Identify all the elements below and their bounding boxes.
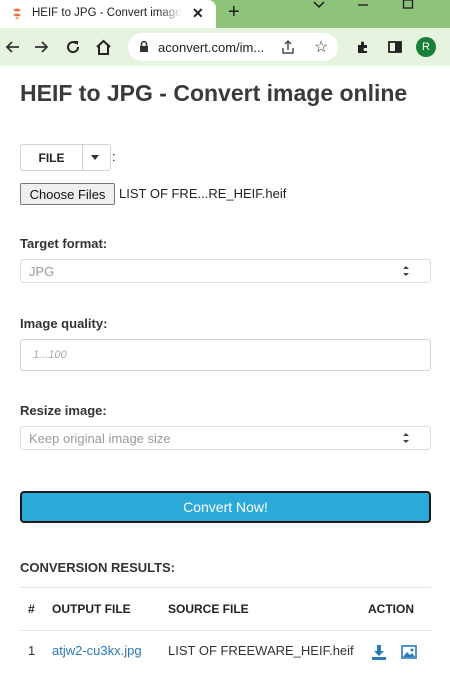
output-file-link[interactable]: atjw2-cu3kx.jpg xyxy=(52,643,142,658)
select-arrows-icon xyxy=(403,266,409,276)
chevron-down-icon[interactable] xyxy=(91,155,99,160)
close-icon[interactable]: ✕ xyxy=(192,5,204,22)
image-quality-input[interactable]: 1...100 xyxy=(20,339,431,371)
tab-strip: HEIF to JPG - Convert image online ✕ + xyxy=(0,0,450,28)
source-type-dropdown[interactable]: FILE xyxy=(20,144,111,171)
target-format-select[interactable]: JPG xyxy=(20,259,431,283)
chevron-down-icon[interactable] xyxy=(312,0,326,10)
profile-avatar[interactable]: R xyxy=(416,37,436,57)
column-action: ACTION xyxy=(368,602,414,616)
row-index: 1 xyxy=(28,643,36,658)
browser-tab[interactable]: HEIF to JPG - Convert image online ✕ xyxy=(0,0,216,28)
home-icon[interactable] xyxy=(92,36,114,58)
resize-image-label: Resize image: xyxy=(20,403,107,418)
column-output-file: OUTPUT FILE xyxy=(52,602,131,616)
conversion-results-title: CONVERSION RESULTS: xyxy=(20,560,176,575)
source-file-name: LIST OF FREEWARE_HEIF.heif xyxy=(168,643,354,658)
url-text[interactable]: aconvert.com/im... xyxy=(158,40,264,55)
table-row: 1 atjw2-cu3kx.jpg LIST OF FREEWARE_HEIF.… xyxy=(20,631,431,673)
minimize-icon[interactable] xyxy=(357,0,369,10)
resize-image-value: Keep original image size xyxy=(29,431,171,446)
browser-toolbar: aconvert.com/im... ☆ R xyxy=(0,28,450,66)
sidepanel-icon[interactable] xyxy=(384,36,406,58)
forward-icon[interactable] xyxy=(30,36,52,58)
target-format-label: Target format: xyxy=(20,236,108,251)
target-format-value: JPG xyxy=(29,264,55,279)
address-bar[interactable]: aconvert.com/im... ☆ xyxy=(128,33,338,61)
convert-now-button[interactable]: Convert Now! xyxy=(20,491,431,523)
image-quality-placeholder: 1...100 xyxy=(33,349,67,361)
page-title: HEIF to JPG - Convert image online xyxy=(20,80,408,106)
tab-title: HEIF to JPG - Convert image online xyxy=(32,7,182,19)
selected-file-name: LIST OF FRE...RE_HEIF.heif xyxy=(119,186,287,201)
source-colon: : xyxy=(112,149,116,164)
new-tab-icon[interactable]: + xyxy=(228,1,240,24)
results-table-header: # OUTPUT FILE SOURCE FILE ACTION xyxy=(20,587,431,631)
image-quality-label: Image quality: xyxy=(20,316,108,331)
lock-icon[interactable] xyxy=(138,40,150,53)
reload-icon[interactable] xyxy=(62,36,84,58)
column-index: # xyxy=(28,602,35,616)
download-icon[interactable] xyxy=(370,643,388,661)
extensions-icon[interactable] xyxy=(352,36,374,58)
choose-files-button[interactable]: Choose Files xyxy=(20,183,115,205)
column-source-file: SOURCE FILE xyxy=(168,602,249,616)
image-icon[interactable] xyxy=(400,643,418,661)
favicon-icon xyxy=(13,8,21,19)
maximize-icon[interactable] xyxy=(402,0,414,10)
resize-image-select[interactable]: Keep original image size xyxy=(20,426,431,450)
bookmark-star-icon[interactable]: ☆ xyxy=(314,37,328,57)
file-source-button[interactable]: FILE xyxy=(21,145,83,170)
select-arrows-icon xyxy=(403,433,409,443)
back-icon[interactable] xyxy=(2,36,24,58)
share-icon[interactable] xyxy=(280,39,296,55)
